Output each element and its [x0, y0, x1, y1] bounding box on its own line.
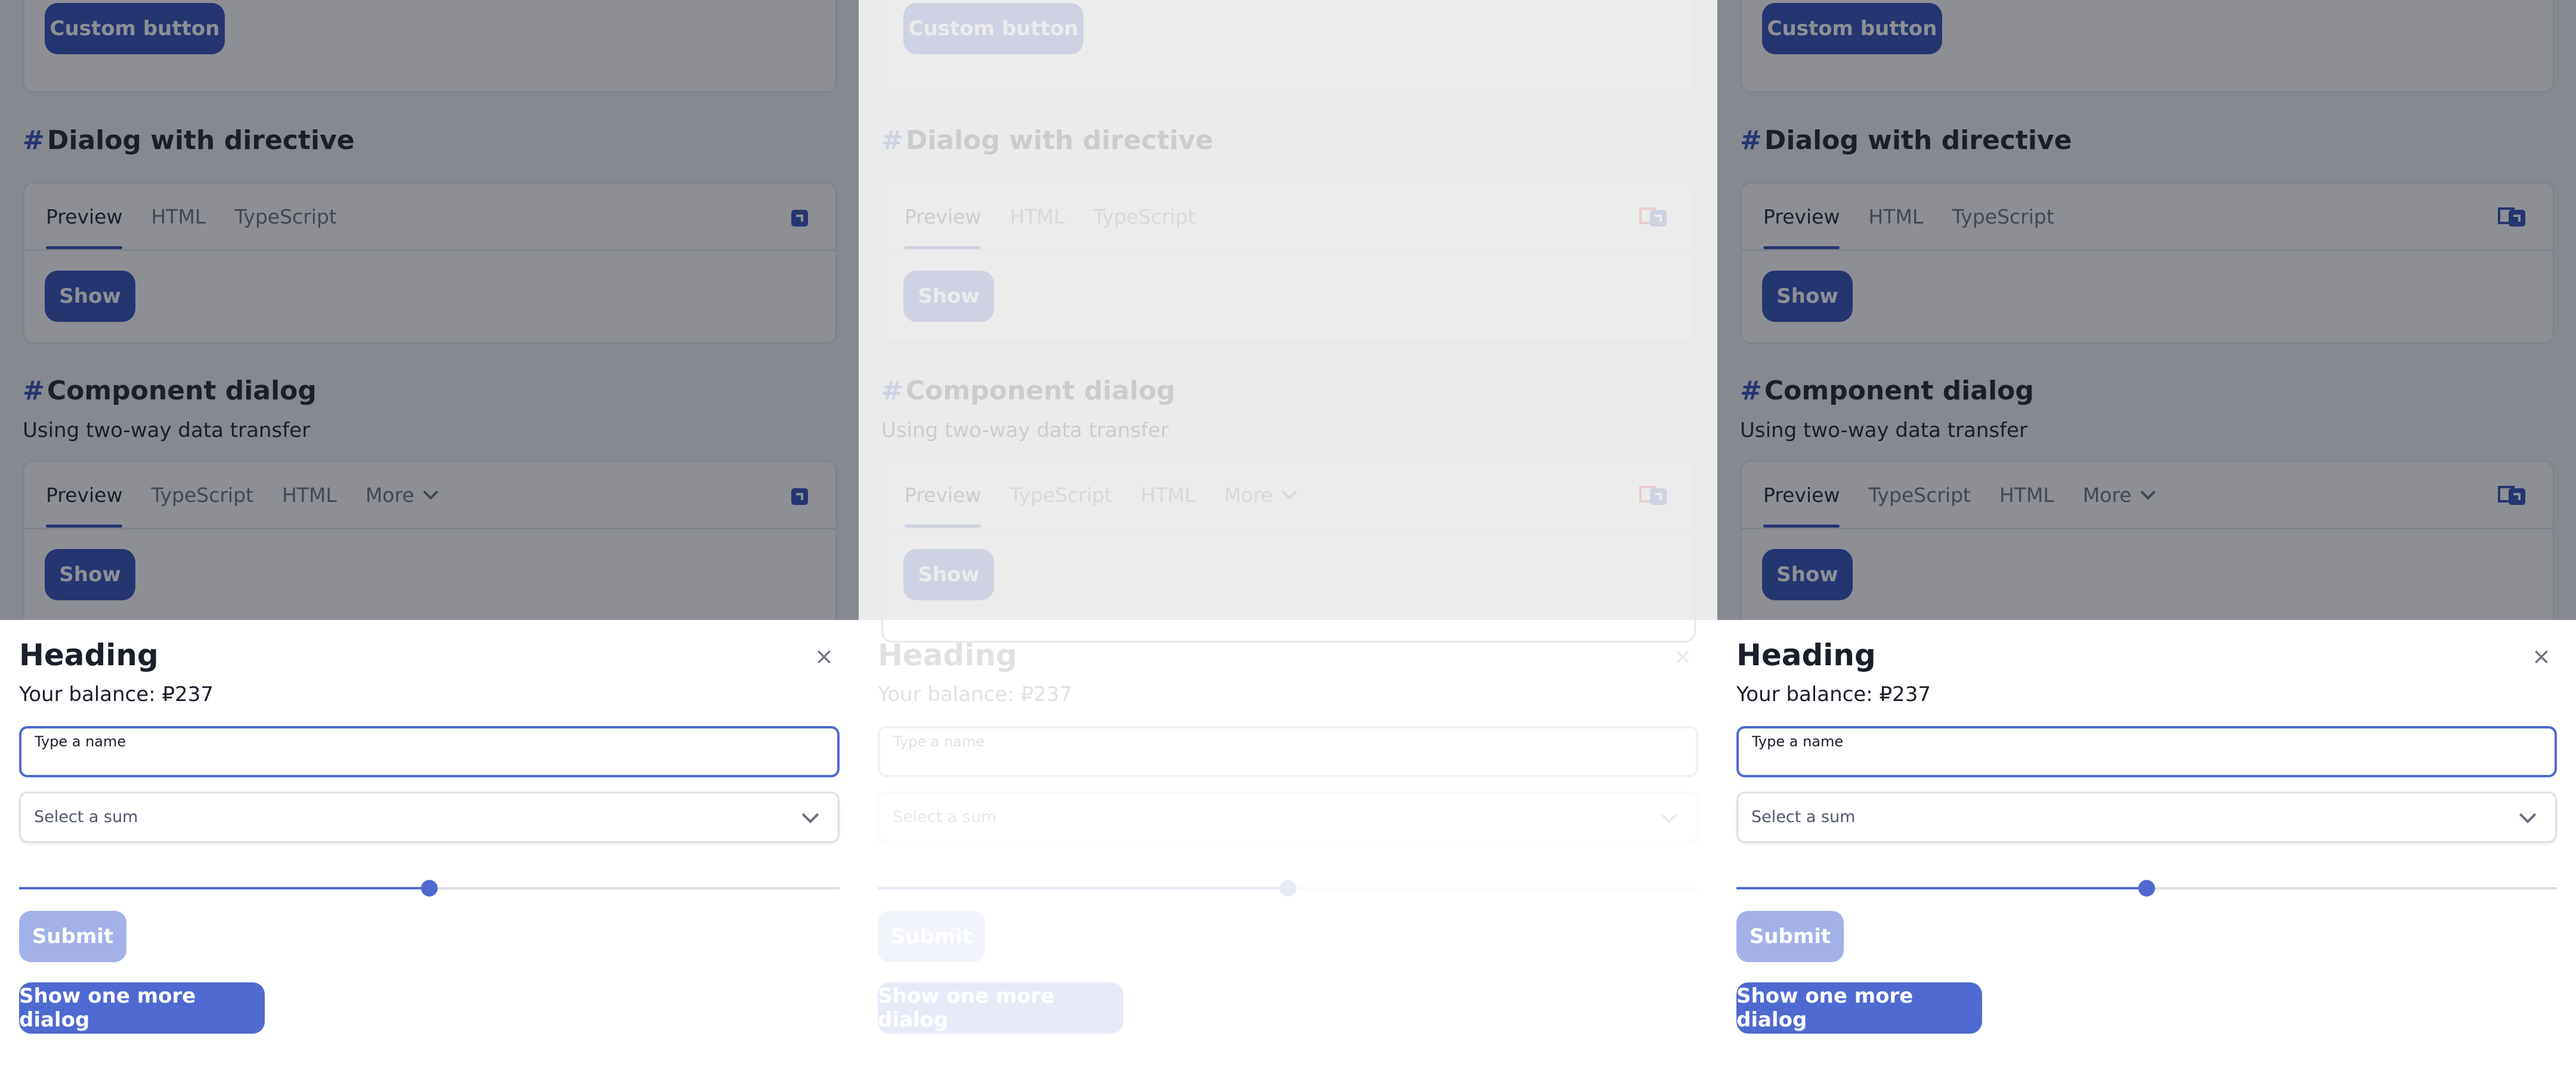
- show-one-more-dialog-button[interactable]: Show one more dialog: [878, 982, 1123, 1034]
- slider-fill: [878, 887, 1288, 889]
- chevron-down-icon: [1660, 806, 1678, 824]
- dialog-heading: Heading: [1736, 638, 1876, 672]
- close-icon[interactable]: ×: [1673, 645, 1692, 668]
- dialog: Heading × Your balance: ₽237 Type a name…: [859, 620, 1717, 1073]
- name-input[interactable]: Type a name: [1736, 726, 2557, 777]
- screen-panel-middle: Custom button #Dialog with directive Pre…: [859, 0, 1717, 1073]
- balance-text: Your balance: ₽237: [1736, 683, 1931, 706]
- sum-select-placeholder: Select a sum: [1751, 808, 1856, 826]
- amount-slider[interactable]: [1736, 876, 2557, 900]
- sum-select[interactable]: Select a sum: [1736, 792, 2557, 843]
- modal-backdrop[interactable]: [0, 0, 859, 620]
- sum-select[interactable]: Select a sum: [878, 792, 1698, 843]
- submit-button[interactable]: Submit: [878, 911, 985, 962]
- slider-thumb[interactable]: [1280, 880, 1296, 897]
- screen-panel-left: Custom button #Dialog with directive Pre…: [0, 0, 859, 1073]
- slider-fill: [1736, 887, 2147, 889]
- dialog: Heading × Your balance: ₽237 Type a name…: [1717, 620, 2576, 1073]
- balance-text: Your balance: ₽237: [878, 683, 1073, 706]
- dialog-heading: Heading: [19, 638, 159, 672]
- screen-panel-right: Custom button #Dialog with directive Pre…: [1717, 0, 2576, 1073]
- show-one-more-dialog-button[interactable]: Show one more dialog: [1736, 982, 1982, 1034]
- sum-select-placeholder: Select a sum: [893, 808, 997, 826]
- name-input[interactable]: Type a name: [19, 726, 840, 777]
- sum-select-placeholder: Select a sum: [34, 808, 138, 826]
- sum-select[interactable]: Select a sum: [19, 792, 840, 843]
- name-input[interactable]: Type a name: [878, 726, 1698, 777]
- submit-button[interactable]: Submit: [19, 911, 126, 962]
- amount-slider[interactable]: [878, 876, 1698, 900]
- chevron-down-icon: [2519, 806, 2537, 824]
- show-one-more-dialog-button[interactable]: Show one more dialog: [19, 982, 265, 1034]
- slider-thumb[interactable]: [421, 880, 438, 897]
- modal-backdrop[interactable]: [859, 0, 1717, 620]
- name-input-label: Type a name: [1752, 733, 1844, 750]
- slider-fill: [19, 887, 429, 889]
- name-input-label: Type a name: [893, 733, 985, 750]
- submit-button[interactable]: Submit: [1736, 911, 1844, 962]
- amount-slider[interactable]: [19, 876, 840, 900]
- modal-backdrop[interactable]: [1717, 0, 2576, 620]
- dialog-heading: Heading: [878, 638, 1017, 672]
- close-icon[interactable]: ×: [2532, 645, 2551, 668]
- chevron-down-icon: [801, 806, 819, 824]
- balance-text: Your balance: ₽237: [19, 683, 214, 706]
- close-icon[interactable]: ×: [815, 645, 834, 668]
- dialog: Heading × Your balance: ₽237 Type a name…: [0, 620, 859, 1073]
- name-input-label: Type a name: [35, 733, 126, 750]
- slider-thumb[interactable]: [2138, 880, 2155, 897]
